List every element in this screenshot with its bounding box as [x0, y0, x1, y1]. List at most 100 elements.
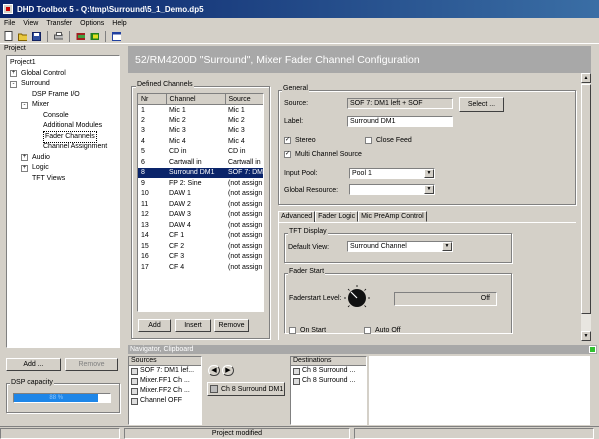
project-tree[interactable]: Project1 + Global Control - Surround DSP Fram…	[6, 55, 120, 348]
table-cell: Surround DM1	[166, 167, 225, 178]
column-header-nr[interactable]: Nr	[138, 94, 167, 105]
auto-off-label: Auto Off	[375, 327, 401, 334]
table-row[interactable]: 5 CD in CD in	[138, 147, 263, 158]
table-row[interactable]: 2 Mic 2 Mic 2	[138, 115, 263, 126]
table-row[interactable]: 6 Cartwall in Cartwall in	[138, 157, 263, 168]
list-item[interactable]: Ch 8 Surround ...	[291, 376, 366, 386]
label-input[interactable]: Surround DM1	[347, 116, 453, 127]
collapse-icon[interactable]: -	[10, 80, 17, 88]
forward-arrow-icon[interactable]: ▶	[222, 365, 234, 376]
list-item[interactable]: Ch 8 Surround ...	[291, 366, 366, 376]
table-cell: 13	[141, 221, 149, 229]
on-start-checkbox[interactable]: On Start	[289, 327, 326, 334]
select-source-button[interactable]: Select ...	[459, 97, 504, 112]
column-header-channel[interactable]: Channel	[166, 94, 226, 105]
tab-fader-logic[interactable]: Fader Logic	[315, 211, 359, 222]
table-cell: Mic 3	[169, 127, 186, 135]
tree-item[interactable]: + Global Control	[8, 69, 118, 80]
back-arrow-icon[interactable]: ◀	[208, 365, 220, 376]
table-row[interactable]: 12 DAW 3 (not assign	[138, 210, 263, 221]
menu-view[interactable]: View	[23, 20, 38, 27]
tree-item[interactable]: DSP Frame I/O	[8, 90, 118, 101]
tree-item[interactable]: Fader Channels	[8, 130, 118, 143]
flag-icon[interactable]	[89, 31, 100, 42]
insert-channel-button[interactable]: Insert	[175, 319, 211, 332]
clipboard-channel-button[interactable]: Ch 8 Surround DM1	[207, 382, 285, 396]
list-item[interactable]: Channel OFF	[129, 396, 201, 406]
table-row[interactable]: 4 Mic 4 Mic 4	[138, 136, 263, 147]
tree-item[interactable]: TFT Views	[8, 174, 118, 185]
scroll-up-icon[interactable]: ▲	[581, 73, 591, 83]
destinations-list[interactable]: Destinations Ch 8 Surround ... Ch 8 Surro…	[290, 356, 367, 425]
tree-item[interactable]: + Audio	[8, 153, 118, 164]
column-header-source[interactable]: Source	[225, 94, 263, 105]
global-resource-select[interactable]: ▼	[349, 184, 435, 195]
remove-button[interactable]: Remove	[65, 358, 118, 371]
sources-list[interactable]: Sources SOF 7: DM1 lef... Mixer.FF1 Ch ..…	[128, 356, 202, 425]
table-row[interactable]: 8 Surround DM1 SOF 7: DM	[138, 167, 263, 178]
table-row[interactable]: 11 DAW 2 (not assign	[138, 199, 263, 210]
table-cell: Mic 3	[228, 127, 245, 135]
expand-icon[interactable]: +	[21, 154, 28, 162]
multi-channel-label: Multi Channel Source	[295, 151, 362, 158]
table-row[interactable]: 10 DAW 1 (not assign	[138, 189, 263, 200]
add-channel-button[interactable]: Add	[138, 319, 171, 332]
tree-item-label: Console	[43, 111, 69, 119]
channel-icon	[131, 377, 138, 385]
table-cell: 2	[141, 116, 145, 124]
list-item[interactable]: Mixer.FF1 Ch ...	[129, 376, 201, 386]
tree-item[interactable]: Channel Assignment	[8, 142, 118, 153]
table-cell: 10	[141, 190, 149, 198]
close-feed-checkbox[interactable]: Close Feed	[365, 137, 412, 144]
faderstart-level-knob[interactable]	[343, 284, 371, 312]
scroll-thumb[interactable]	[581, 84, 591, 314]
tree-item-label: Channel Assignment	[43, 143, 108, 150]
main-scrollbar[interactable]: ▲ ▼	[581, 73, 591, 341]
table-row[interactable]: 9 FP 2: Sine (not assign	[138, 178, 263, 189]
table-row[interactable]: 16 CF 3 (not assign	[138, 252, 263, 263]
table-row[interactable]: 15 CF 2 (not assign	[138, 241, 263, 252]
table-row[interactable]: 17 CF 4 (not assign	[138, 262, 263, 273]
menu-file[interactable]: File	[4, 20, 15, 27]
tab-mic-preamp[interactable]: Mic PreAmp Control	[358, 211, 427, 222]
list-item[interactable]: Mixer.FF2 Ch ...	[129, 386, 201, 396]
fader-start-label: Fader Start	[288, 268, 326, 275]
input-pool-select[interactable]: Pool 1 ▼	[349, 168, 435, 179]
save-icon[interactable]	[31, 31, 42, 42]
add-button[interactable]: Add ...	[6, 358, 61, 371]
chevron-down-icon: ▼	[424, 185, 434, 194]
window-icon[interactable]	[111, 31, 122, 42]
multi-channel-checkbox[interactable]: ✓ Multi Channel Source	[284, 151, 362, 158]
tree-item[interactable]: + Logic	[8, 163, 118, 174]
tree-item[interactable]: - Mixer	[8, 100, 118, 111]
list-item[interactable]: SOF 7: DM1 lef...	[129, 366, 201, 376]
menu-transfer[interactable]: Transfer	[46, 20, 72, 27]
open-folder-icon[interactable]	[17, 31, 28, 42]
table-cell: CF 1	[169, 232, 185, 240]
collapse-icon[interactable]: -	[21, 101, 28, 109]
table-row[interactable]: 13 DAW 4 (not assign	[138, 220, 263, 231]
print-icon[interactable]	[53, 31, 64, 42]
expand-icon[interactable]: +	[10, 70, 17, 78]
new-file-icon[interactable]	[3, 31, 14, 42]
table-row[interactable]: 3 Mic 3 Mic 3	[138, 126, 263, 137]
network-icon[interactable]	[75, 31, 86, 42]
tree-item[interactable]: Console	[8, 111, 118, 122]
toolbar	[0, 29, 599, 44]
expand-icon[interactable]: +	[21, 164, 28, 172]
table-row[interactable]: 1 Mic 1 Mic 1	[138, 105, 263, 116]
default-view-select[interactable]: Surround Channel ▼	[347, 241, 453, 252]
navigator-toggle-icon[interactable]	[589, 346, 596, 353]
chevron-down-icon: ▼	[424, 169, 434, 178]
auto-off-checkbox[interactable]: Auto Off	[364, 327, 401, 334]
stereo-checkbox[interactable]: ✓ Stereo	[284, 137, 316, 144]
table-row[interactable]: 14 CF 1 (not assign	[138, 231, 263, 242]
menu-options[interactable]: Options	[80, 20, 104, 27]
tree-item[interactable]: - Surround	[8, 79, 118, 90]
navigator-middle: ◀ ▶ Ch 8 Surround DM1	[205, 356, 287, 425]
tree-item[interactable]: Project1	[8, 58, 118, 69]
menu-help[interactable]: Help	[112, 20, 126, 27]
remove-channel-button[interactable]: Remove	[214, 319, 249, 332]
source-label: Source:	[284, 100, 309, 107]
scroll-down-icon[interactable]: ▼	[581, 331, 591, 341]
